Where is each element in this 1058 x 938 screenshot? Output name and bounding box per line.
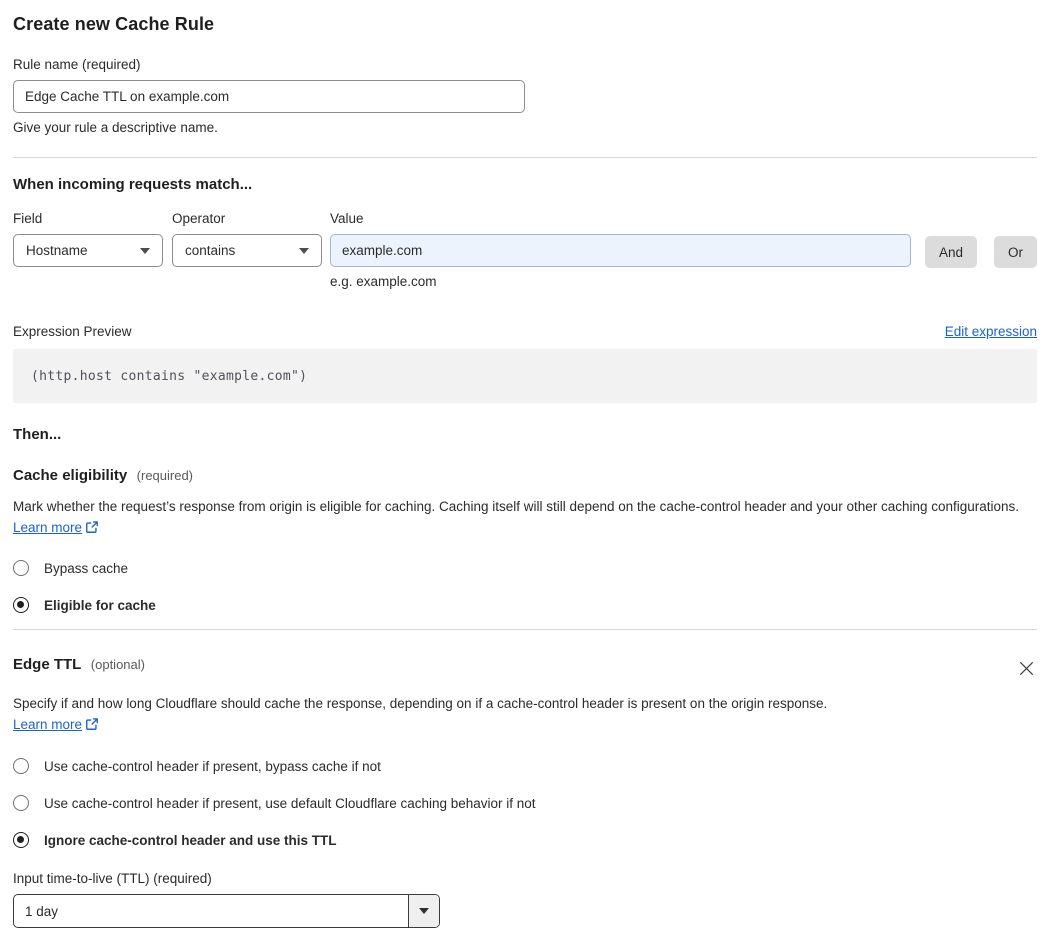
page-title: Create new Cache Rule bbox=[13, 14, 215, 34]
field-select-value: Hostname bbox=[26, 243, 88, 258]
cache-eligibility-section: Cache eligibility (required) Mark whethe… bbox=[13, 467, 1037, 613]
chevron-down-icon bbox=[299, 247, 309, 254]
radio-option-use-header-bypass[interactable]: Use cache-control header if present, byp… bbox=[13, 758, 1037, 774]
then-heading: Then... bbox=[13, 426, 62, 443]
value-column: Value e.g. example.com bbox=[330, 211, 911, 289]
learn-more-link[interactable]: Learn more bbox=[13, 717, 82, 732]
close-icon bbox=[1018, 662, 1035, 680]
radio-option-label: Eligible for cache bbox=[44, 597, 156, 613]
value-input[interactable] bbox=[330, 234, 911, 267]
radio-icon-checked bbox=[13, 597, 29, 613]
field-select[interactable]: Hostname bbox=[13, 234, 163, 267]
edge-ttl-description: Specify if and how long Cloudflare shoul… bbox=[13, 696, 828, 734]
close-edge-ttl-button[interactable] bbox=[1016, 658, 1037, 682]
match-condition-row: Field Hostname Operator contains Value e… bbox=[13, 211, 1037, 289]
edge-ttl-qualifier: (optional) bbox=[90, 657, 145, 672]
radio-icon bbox=[13, 758, 29, 774]
learn-more-link[interactable]: Learn more bbox=[13, 520, 82, 535]
expression-preview-box: (http.host contains "example.com") bbox=[13, 349, 1037, 403]
cache-eligibility-qualifier: (required) bbox=[136, 468, 194, 483]
expression-code: (http.host contains "example.com") bbox=[31, 369, 308, 384]
radio-option-bypass-cache[interactable]: Bypass cache bbox=[13, 560, 1037, 576]
or-button[interactable]: Or bbox=[994, 236, 1037, 268]
expression-preview-header: Expression Preview Edit expression bbox=[13, 324, 1037, 339]
and-button[interactable]: And bbox=[924, 236, 977, 268]
ttl-label: Input time-to-live (TTL) (required) bbox=[13, 871, 212, 886]
edit-expression-link[interactable]: Edit expression bbox=[945, 324, 1037, 339]
section-divider bbox=[13, 157, 1037, 158]
radio-icon bbox=[13, 560, 29, 576]
operator-select-value: contains bbox=[185, 243, 236, 258]
radio-option-eligible-for-cache[interactable]: Eligible for cache bbox=[13, 597, 1037, 613]
create-cache-rule-form: Create new Cache Rule Rule name (require… bbox=[0, 0, 1058, 938]
operator-label: Operator bbox=[172, 211, 226, 226]
edge-ttl-options: Use cache-control header if present, byp… bbox=[13, 758, 1037, 848]
external-link-icon bbox=[85, 718, 99, 734]
radio-option-use-header-default[interactable]: Use cache-control header if present, use… bbox=[13, 795, 1037, 811]
radio-option-label: Bypass cache bbox=[44, 560, 129, 576]
cache-eligibility-options: Bypass cache Eligible for cache bbox=[13, 560, 1037, 613]
field-column: Field Hostname bbox=[13, 211, 163, 267]
rule-name-input[interactable] bbox=[13, 80, 525, 113]
ttl-input-group: Input time-to-live (TTL) (required) 1 da… bbox=[13, 871, 1037, 928]
value-label: Value bbox=[330, 211, 364, 226]
radio-icon-checked bbox=[13, 832, 29, 848]
edge-ttl-section: Edge TTL (optional) Specify if and how l… bbox=[13, 656, 1037, 928]
edge-ttl-heading: Edge TTL bbox=[13, 656, 82, 673]
ttl-dropdown-button[interactable] bbox=[408, 895, 439, 927]
operator-column: Operator contains bbox=[172, 211, 322, 267]
expression-preview-label: Expression Preview bbox=[13, 324, 132, 339]
cache-eligibility-heading: Cache eligibility bbox=[13, 467, 128, 484]
radio-option-label: Use cache-control header if present, use… bbox=[44, 795, 536, 811]
radio-option-label: Ignore cache-control header and use this… bbox=[44, 832, 337, 848]
ttl-select-value: 1 day bbox=[25, 903, 59, 919]
chevron-down-icon bbox=[140, 247, 150, 254]
ttl-select[interactable]: 1 day bbox=[13, 894, 440, 928]
field-label: Field bbox=[13, 211, 43, 226]
radio-option-label: Use cache-control header if present, byp… bbox=[44, 758, 381, 774]
external-link-icon bbox=[85, 521, 99, 537]
rule-name-group: Rule name (required) bbox=[13, 57, 525, 113]
radio-option-ignore-header-use-ttl[interactable]: Ignore cache-control header and use this… bbox=[13, 832, 1037, 848]
value-help: e.g. example.com bbox=[330, 274, 437, 289]
operator-select[interactable]: contains bbox=[172, 234, 322, 267]
radio-icon bbox=[13, 795, 29, 811]
rule-name-help: Give your rule a descriptive name. bbox=[13, 120, 218, 135]
cache-eligibility-description: Mark whether the request’s response from… bbox=[13, 499, 1020, 537]
chevron-down-icon bbox=[419, 908, 429, 914]
section-divider bbox=[13, 629, 1037, 630]
rule-name-label: Rule name (required) bbox=[13, 57, 141, 72]
match-heading: When incoming requests match... bbox=[13, 176, 253, 193]
